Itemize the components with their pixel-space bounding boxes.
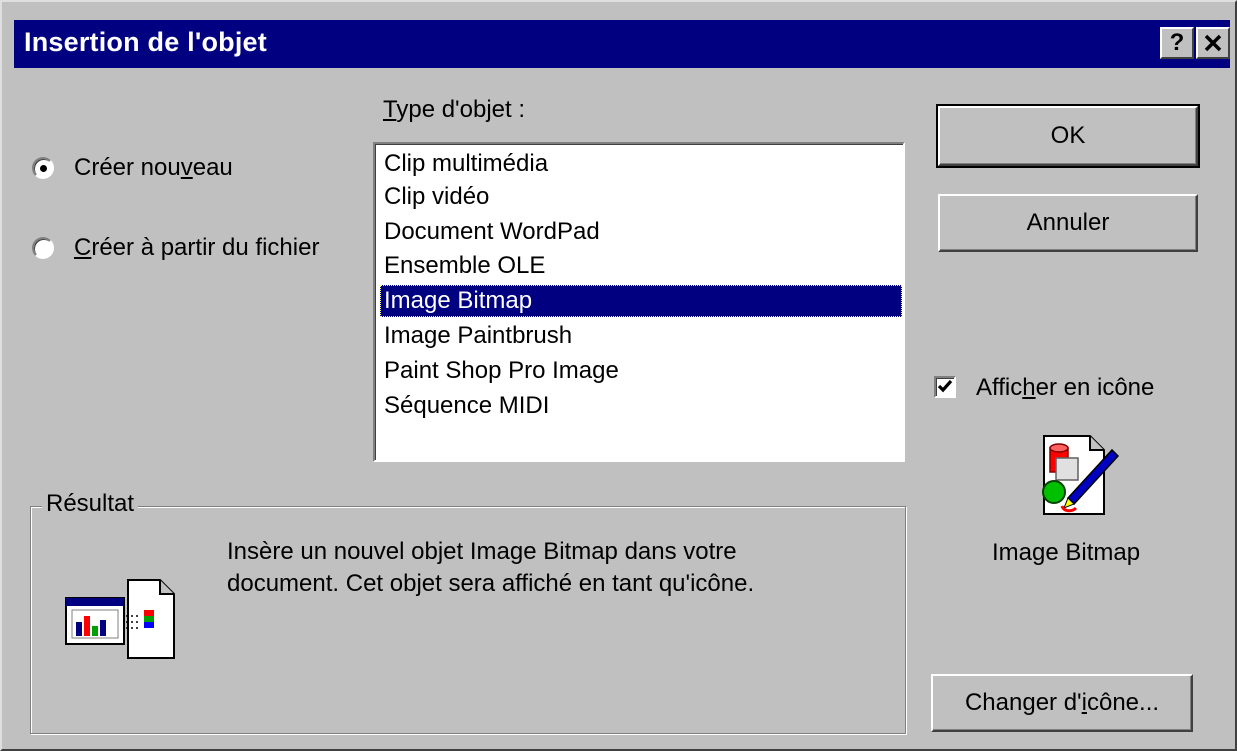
display-as-icon-checkbox[interactable]: [934, 376, 956, 398]
checkmark-icon: [937, 379, 953, 393]
result-line-1: Insère un nouvel objet Image Bitmap dans…: [227, 538, 737, 565]
list-item[interactable]: Document WordPad: [380, 216, 902, 248]
help-button[interactable]: ?: [1160, 27, 1194, 59]
list-item-selected[interactable]: Image Bitmap: [380, 285, 902, 317]
close-icon: [1204, 34, 1222, 52]
radio-create-from-file-button[interactable]: [32, 237, 54, 259]
object-type-listbox[interactable]: Clip multimédia Clip vidéo Document Word…: [373, 142, 905, 462]
icon-caption: Image Bitmap: [992, 539, 1141, 566]
window-title: Insertion de l'objet: [24, 27, 267, 57]
insert-object-dialog: Insertion de l'objet ? Créer nouveau Cré…: [0, 0, 1237, 751]
ok-button[interactable]: OK: [936, 104, 1200, 168]
list-item[interactable]: Séquence MIDI: [380, 390, 902, 422]
list-item[interactable]: Clip vidéo: [380, 181, 902, 213]
embedded-object-icon: [64, 576, 178, 662]
icon-preview: [1032, 430, 1124, 522]
title-bar[interactable]: Insertion de l'objet ?: [14, 20, 1230, 68]
radio-create-new-button[interactable]: [32, 157, 54, 179]
list-item[interactable]: Paint Shop Pro Image: [380, 355, 902, 387]
list-item[interactable]: Image Paintbrush: [380, 320, 902, 352]
radio-dot: [40, 165, 47, 172]
close-button[interactable]: [1196, 27, 1230, 59]
result-title: Résultat: [42, 490, 139, 518]
radio-create-from-file-label[interactable]: Créer à partir du fichier: [74, 234, 319, 262]
cancel-button[interactable]: Annuler: [938, 194, 1198, 252]
object-type-label: Type d'objet :: [383, 96, 526, 123]
display-as-icon-label[interactable]: Afficher en icône: [976, 374, 1154, 402]
paint-bitmap-icon: [1042, 435, 1120, 515]
result-line-2: document. Cet objet sera affiché en tant…: [227, 570, 755, 597]
list-item[interactable]: Clip multimédia: [380, 148, 902, 180]
list-item[interactable]: Ensemble OLE: [380, 250, 902, 282]
radio-create-new-label[interactable]: Créer nouveau: [74, 154, 233, 182]
change-icon-button[interactable]: Changer d'icône...: [931, 674, 1193, 732]
